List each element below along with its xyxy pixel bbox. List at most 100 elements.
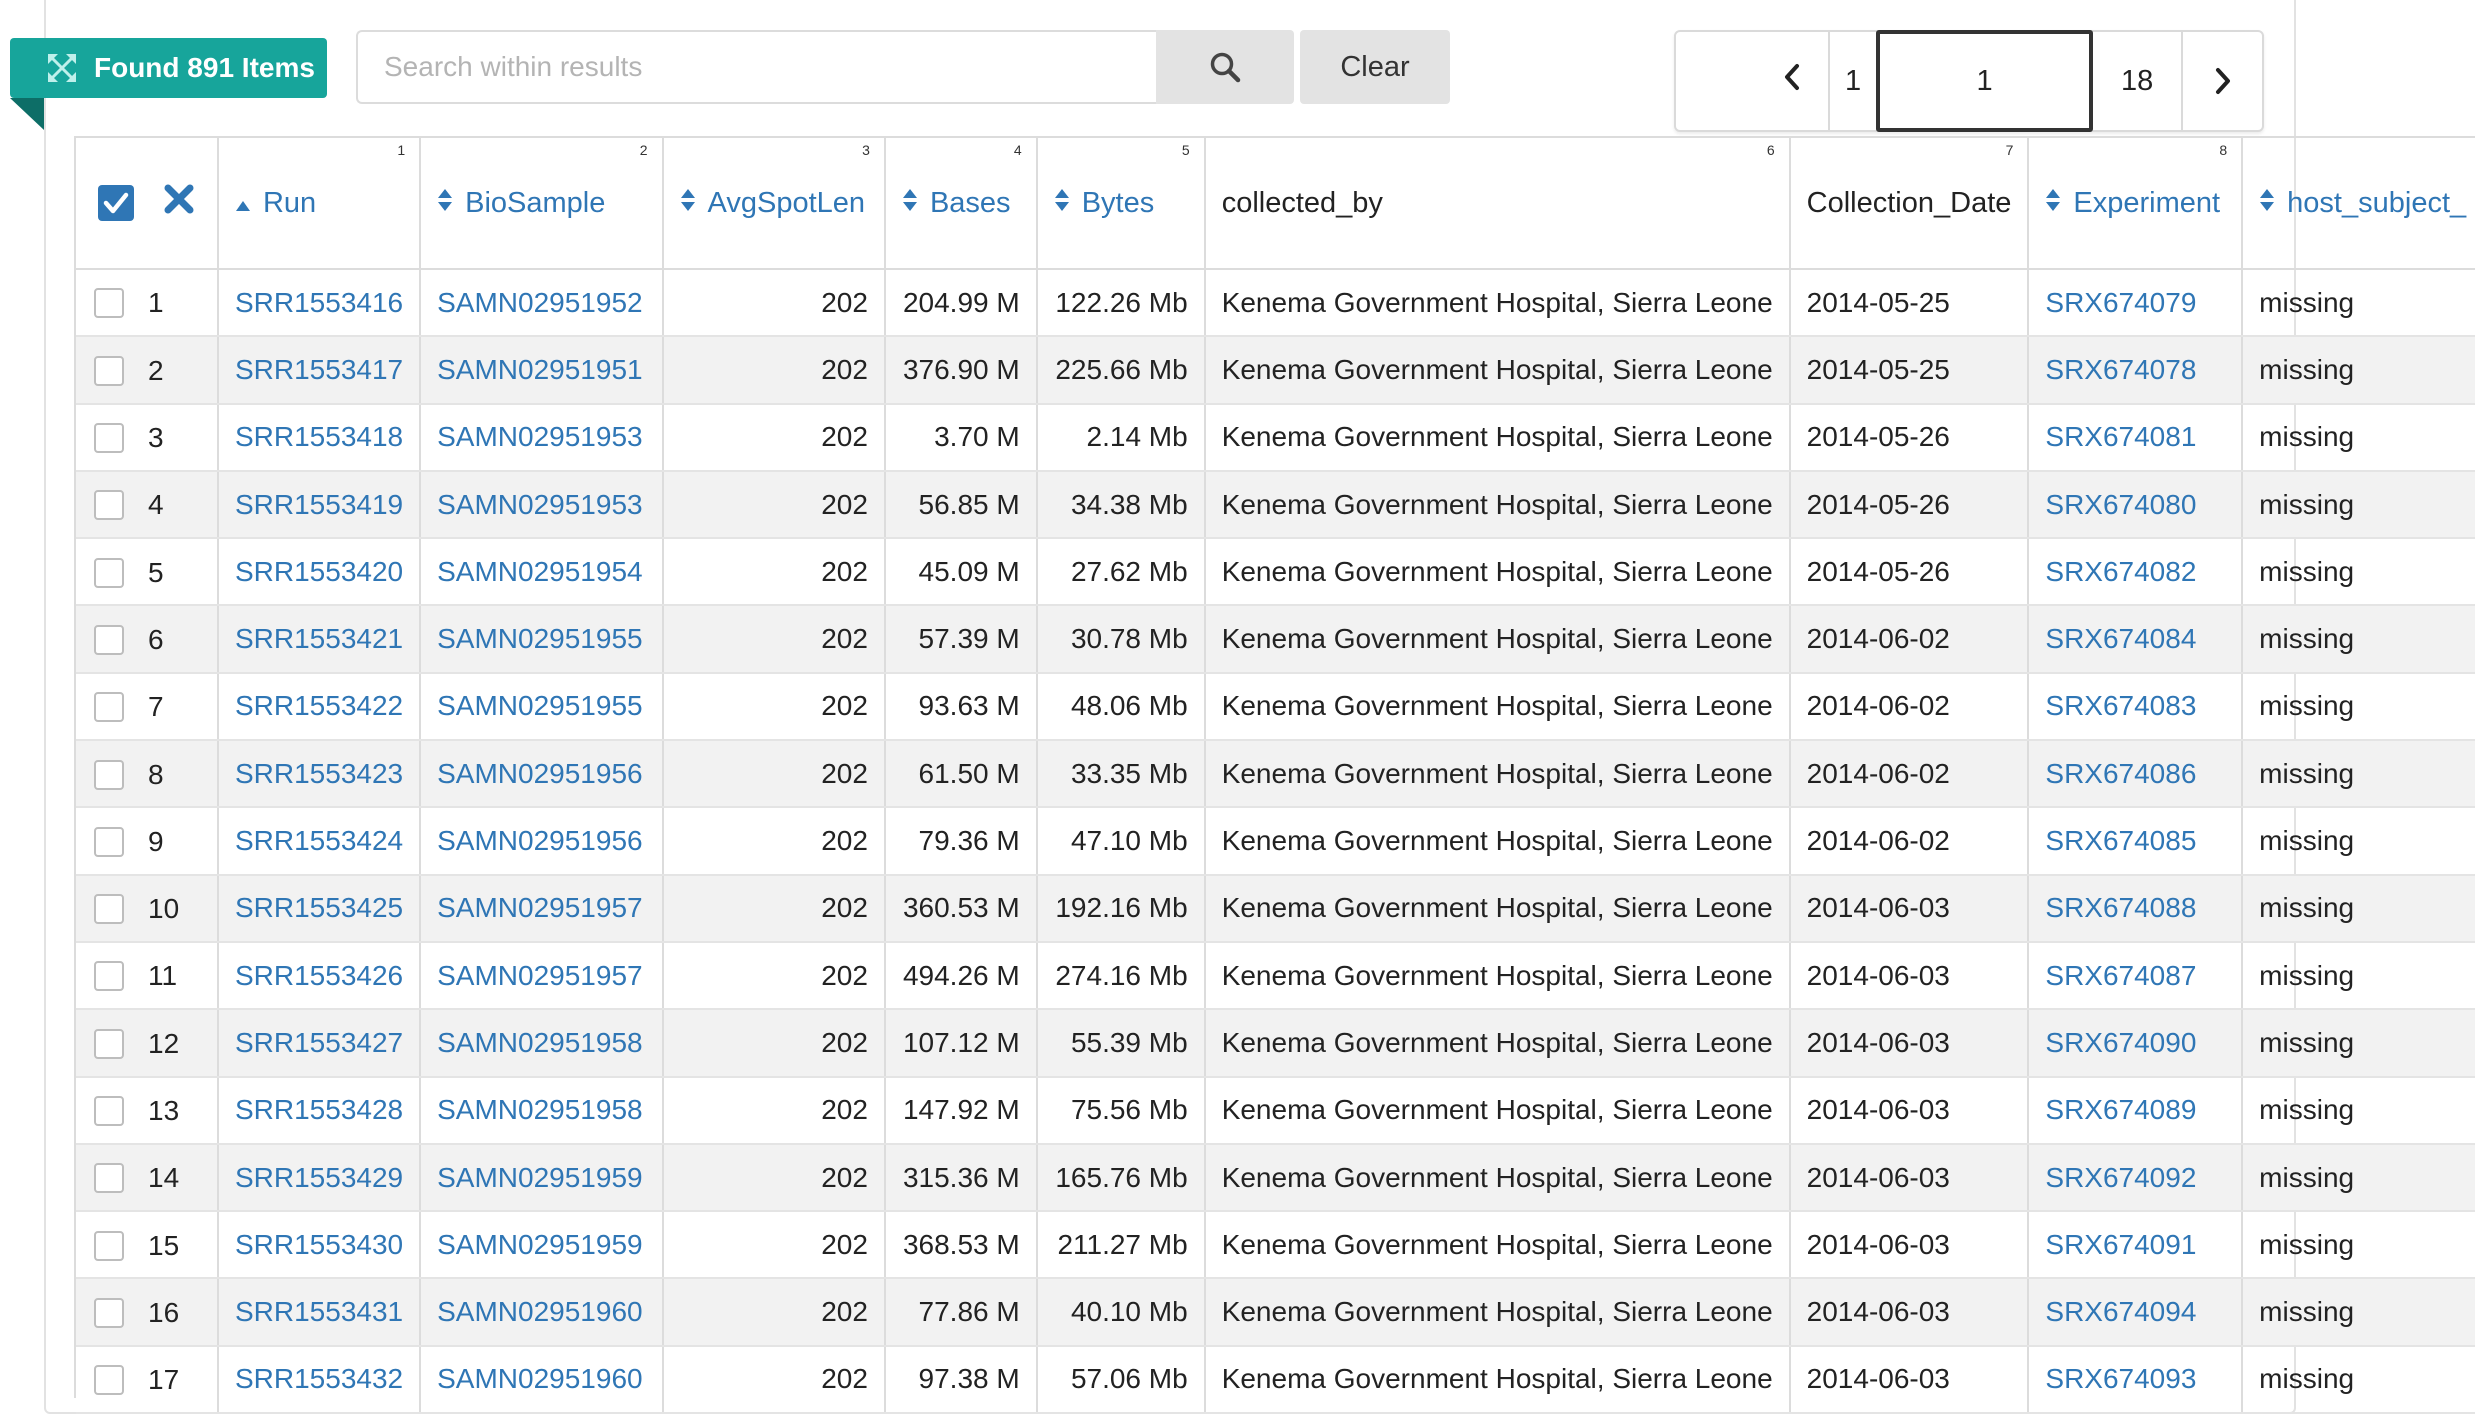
run-link[interactable]: SRR1553416 (217, 269, 422, 338)
run-link[interactable]: SRR1553424 (217, 807, 422, 876)
experiment-link[interactable]: SRX674079 (2028, 269, 2244, 338)
row-checkbox[interactable] (94, 1163, 124, 1194)
experiment-link[interactable]: SRX674091 (2028, 1211, 2244, 1280)
experiment-link[interactable]: SRX674092 (2028, 1143, 2244, 1213)
run-link[interactable]: SRR1553421 (217, 605, 422, 674)
collected-by-cell: Kenema Government Hospital, Sierra Leone (1204, 1143, 1791, 1213)
biosample-link[interactable]: SAMN02951958 (420, 1009, 664, 1078)
run-link[interactable]: SRR1553419 (217, 470, 422, 540)
experiment-link[interactable]: SRX674085 (2028, 807, 2244, 876)
column-header-collected-by[interactable]: collected_by 6 (1204, 138, 1791, 270)
run-link[interactable]: SRR1553427 (217, 1009, 422, 1078)
checked-box-icon[interactable] (98, 185, 134, 221)
run-link[interactable]: SRR1553422 (217, 672, 422, 742)
row-checkbox[interactable] (94, 1230, 124, 1261)
column-header-bases[interactable]: Bases 4 (884, 138, 1038, 270)
run-link[interactable]: SRR1553418 (217, 403, 422, 472)
row-checkbox[interactable] (94, 1028, 124, 1059)
row-select-cell: 8 (76, 740, 219, 809)
column-header-avgspotlen[interactable]: AvgSpotLen 3 (662, 138, 886, 270)
row-checkbox[interactable] (94, 961, 124, 992)
experiment-link[interactable]: SRX674078 (2028, 336, 2244, 405)
run-link[interactable]: SRR1553425 (217, 874, 422, 943)
experiment-link[interactable]: SRX674087 (2028, 941, 2244, 1011)
last-page-number[interactable]: 18 (2093, 32, 2181, 130)
collected-by-cell: Kenema Government Hospital, Sierra Leone (1204, 874, 1791, 943)
x-icon[interactable] (162, 182, 196, 224)
run-link[interactable]: SRR1553429 (217, 1143, 422, 1213)
run-link[interactable]: SRR1553432 (217, 1345, 422, 1414)
row-checkbox[interactable] (94, 423, 124, 454)
biosample-link[interactable]: SAMN02951957 (420, 941, 664, 1011)
experiment-link[interactable]: SRX674082 (2028, 538, 2244, 607)
search-button[interactable] (1156, 30, 1294, 104)
host-subject-cell: missing (2242, 605, 2475, 674)
column-header-collection-date[interactable]: Collection_Date 7 (1789, 138, 2030, 270)
experiment-link[interactable]: SRX674093 (2028, 1345, 2244, 1414)
row-checkbox[interactable] (94, 490, 124, 521)
avgspotlen-cell: 202 (662, 336, 886, 405)
biosample-link[interactable]: SAMN02951956 (420, 740, 664, 809)
next-page-button[interactable] (2181, 32, 2262, 130)
biosample-link[interactable]: SAMN02951959 (420, 1143, 664, 1213)
column-header-run[interactable]: Run 1 (217, 138, 422, 270)
row-checkbox[interactable] (94, 557, 124, 588)
experiment-link[interactable]: SRX674090 (2028, 1009, 2244, 1078)
column-label: AvgSpotLen (707, 186, 866, 219)
biosample-link[interactable]: SAMN02951954 (420, 538, 664, 607)
run-link[interactable]: SRR1553428 (217, 1076, 422, 1145)
row-checkbox[interactable] (94, 894, 124, 925)
avgspotlen-cell: 202 (662, 874, 886, 943)
biosample-link[interactable]: SAMN02951959 (420, 1211, 664, 1280)
biosample-link[interactable]: SAMN02951960 (420, 1278, 664, 1347)
column-header-host-subject[interactable]: host_subject_ (2242, 138, 2475, 270)
biosample-link[interactable]: SAMN02951957 (420, 874, 664, 943)
row-checkbox[interactable] (94, 624, 124, 655)
biosample-link[interactable]: SAMN02951953 (420, 470, 664, 540)
prev-page-button[interactable] (1676, 32, 1831, 130)
run-link[interactable]: SRR1553430 (217, 1211, 422, 1280)
biosample-link[interactable]: SAMN02951955 (420, 605, 664, 674)
row-checkbox[interactable] (94, 355, 124, 386)
run-link[interactable]: SRR1553426 (217, 941, 422, 1011)
first-page-number[interactable]: 1 (1830, 32, 1876, 130)
experiment-link[interactable]: SRX674081 (2028, 403, 2244, 472)
experiment-link[interactable]: SRX674089 (2028, 1076, 2244, 1145)
column-header-experiment[interactable]: Experiment 8 (2028, 138, 2244, 270)
run-link[interactable]: SRR1553423 (217, 740, 422, 809)
experiment-link[interactable]: SRX674080 (2028, 470, 2244, 540)
row-checkbox[interactable] (94, 759, 124, 790)
biosample-link[interactable]: SAMN02951956 (420, 807, 664, 876)
biosample-link[interactable]: SAMN02951952 (420, 269, 664, 338)
avgspotlen-cell: 202 (662, 403, 886, 472)
clear-button[interactable]: Clear (1300, 30, 1450, 104)
experiment-link[interactable]: SRX674086 (2028, 740, 2244, 809)
row-checkbox[interactable] (94, 288, 124, 319)
row-number: 9 (148, 825, 164, 857)
biosample-link[interactable]: SAMN02951958 (420, 1076, 664, 1145)
experiment-link[interactable]: SRX674088 (2028, 874, 2244, 943)
biosample-link[interactable]: SAMN02951955 (420, 672, 664, 742)
column-header-biosample[interactable]: BioSample 2 (420, 138, 664, 270)
biosample-link[interactable]: SAMN02951951 (420, 336, 664, 405)
found-items-badge[interactable]: Found 891 Items (10, 38, 327, 98)
table-row: 4 SRR1553419 SAMN02951953 202 56.85 M 34.38 M… (76, 470, 2475, 540)
current-page-input[interactable]: 1 (1876, 30, 2094, 132)
row-checkbox[interactable] (94, 1096, 124, 1127)
row-checkbox[interactable] (94, 826, 124, 857)
column-number: 4 (1013, 142, 1022, 158)
run-link[interactable]: SRR1553431 (217, 1278, 422, 1347)
row-checkbox[interactable] (94, 1297, 124, 1328)
row-checkbox[interactable] (94, 692, 124, 723)
search-input[interactable]: Search within results (356, 30, 1156, 104)
experiment-link[interactable]: SRX674084 (2028, 605, 2244, 674)
biosample-link[interactable]: SAMN02951960 (420, 1345, 664, 1414)
experiment-link[interactable]: SRX674083 (2028, 672, 2244, 742)
run-link[interactable]: SRR1553417 (217, 336, 422, 405)
row-checkbox[interactable] (94, 1365, 124, 1396)
bytes-cell: 122.26 Mb (1036, 269, 1206, 338)
column-header-bytes[interactable]: Bytes 5 (1036, 138, 1206, 270)
experiment-link[interactable]: SRX674094 (2028, 1278, 2244, 1347)
biosample-link[interactable]: SAMN02951953 (420, 403, 664, 472)
run-link[interactable]: SRR1553420 (217, 538, 422, 607)
